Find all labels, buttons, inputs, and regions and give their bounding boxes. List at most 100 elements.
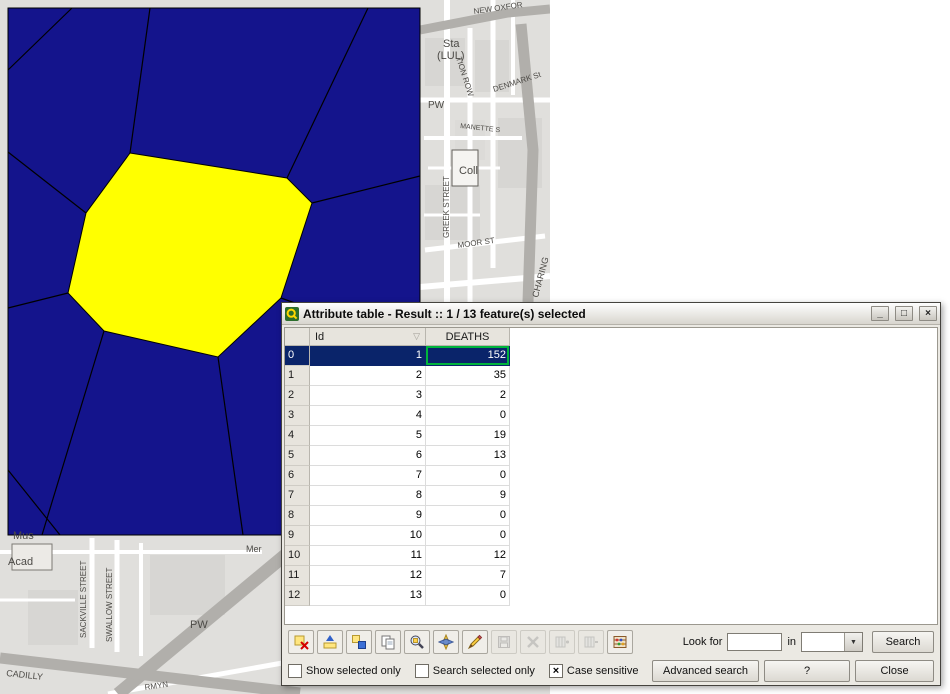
cell-id[interactable]: 3 <box>310 386 426 406</box>
unselect-all-button[interactable] <box>288 630 314 654</box>
table-row: 670 <box>285 466 937 486</box>
row-header[interactable]: 1 <box>285 366 310 386</box>
sort-descending-icon: ▽ <box>413 331 420 342</box>
row-header[interactable]: 2 <box>285 386 310 406</box>
close-dialog-button[interactable]: Close <box>855 660 934 682</box>
row-header[interactable]: 6 <box>285 466 310 486</box>
cell-id[interactable]: 8 <box>310 486 426 506</box>
row-header[interactable]: 10 <box>285 546 310 566</box>
row-header[interactable]: 4 <box>285 426 310 446</box>
cell-id[interactable]: 2 <box>310 366 426 386</box>
zoom-to-selected-button[interactable] <box>404 630 430 654</box>
row-header[interactable]: 11 <box>285 566 310 586</box>
checkbox-search-selected-only[interactable]: Search selected only <box>415 664 535 678</box>
copy-selected-rows-button[interactable] <box>375 630 401 654</box>
cell-deaths[interactable]: 0 <box>426 586 510 606</box>
open-field-calculator-button[interactable] <box>607 630 633 654</box>
cell-id[interactable]: 13 <box>310 586 426 606</box>
in-label: in <box>787 636 796 648</box>
cell-id[interactable]: 9 <box>310 506 426 526</box>
save-icon <box>496 634 512 650</box>
field-combobox[interactable]: ▼ <box>801 632 863 652</box>
cell-id[interactable]: 5 <box>310 426 426 446</box>
checkbox-show-selected-only[interactable]: Show selected only <box>288 664 401 678</box>
checkbox-label: Show selected only <box>306 665 401 677</box>
cell-deaths[interactable]: 0 <box>426 506 510 526</box>
map-label: Mus <box>13 530 34 542</box>
maximize-button[interactable]: □ <box>895 306 913 321</box>
table-row: 12130 <box>285 586 937 606</box>
new-column-button <box>549 630 575 654</box>
cell-deaths[interactable]: 0 <box>426 466 510 486</box>
row-header[interactable]: 5 <box>285 446 310 466</box>
row-header[interactable]: 7 <box>285 486 310 506</box>
look-for-input[interactable] <box>727 633 782 651</box>
titlebar[interactable]: Attribute table - Result :: 1 / 13 featu… <box>282 303 940 325</box>
cell-deaths[interactable]: 35 <box>426 366 510 386</box>
row-header[interactable]: 12 <box>285 586 310 606</box>
row-header[interactable]: 0 <box>285 346 310 366</box>
checkbox-unchecked-icon[interactable] <box>288 664 302 678</box>
cell-deaths[interactable]: 152 <box>426 346 510 366</box>
qgis-icon <box>285 307 299 321</box>
table-row: 4519 <box>285 426 937 446</box>
table-row: 1235 <box>285 366 937 386</box>
window-title: Attribute table - Result :: 1 / 13 featu… <box>303 307 865 321</box>
checkbox-unchecked-icon[interactable] <box>415 664 429 678</box>
minimize-button[interactable]: _ <box>871 306 889 321</box>
cell-deaths[interactable]: 9 <box>426 486 510 506</box>
row-header[interactable]: 8 <box>285 506 310 526</box>
table-header: Id ▽ DEATHS <box>285 328 937 346</box>
map-label: PW <box>428 100 445 111</box>
close-icon[interactable]: × <box>919 306 937 321</box>
checkbox-label: Search selected only <box>433 665 535 677</box>
column-label-deaths: DEATHS <box>446 331 490 343</box>
cell-id[interactable]: 6 <box>310 446 426 466</box>
copy-icon <box>380 634 396 650</box>
cell-deaths[interactable]: 13 <box>426 446 510 466</box>
cell-id[interactable]: 11 <box>310 546 426 566</box>
attribute-table-window: Attribute table - Result :: 1 / 13 featu… <box>281 302 941 686</box>
cell-deaths[interactable]: 0 <box>426 526 510 546</box>
zoom-icon <box>409 634 425 650</box>
delete-selected-features-button <box>520 630 546 654</box>
move-selection-to-top-button[interactable] <box>317 630 343 654</box>
cell-deaths[interactable]: 2 <box>426 386 510 406</box>
cell-id[interactable]: 12 <box>310 566 426 586</box>
map-label: Sta <box>443 38 460 50</box>
cell-deaths[interactable]: 19 <box>426 426 510 446</box>
table-row: 5613 <box>285 446 937 466</box>
cell-id[interactable]: 1 <box>310 346 426 366</box>
checkbox-checked-icon[interactable]: × <box>549 664 563 678</box>
cell-id[interactable]: 10 <box>310 526 426 546</box>
footer-buttons: Advanced search ? Close <box>652 660 934 682</box>
table-row: 789 <box>285 486 937 506</box>
table-row: 232 <box>285 386 937 406</box>
checkbox-case-sensitive[interactable]: ×Case sensitive <box>549 664 639 678</box>
cell-id[interactable]: 4 <box>310 406 426 426</box>
help-button[interactable]: ? <box>764 660 850 682</box>
search-controls: Look for in ▼ Search <box>683 631 934 653</box>
advanced-search-button[interactable]: Advanced search <box>652 660 759 682</box>
table-row: 01152 <box>285 346 937 366</box>
delete-icon <box>525 634 541 650</box>
row-header[interactable]: 3 <box>285 406 310 426</box>
column-header-deaths[interactable]: DEATHS <box>426 328 510 346</box>
cell-deaths[interactable]: 12 <box>426 546 510 566</box>
row-header[interactable]: 9 <box>285 526 310 546</box>
chevron-down-icon[interactable]: ▼ <box>844 633 862 651</box>
invert-icon <box>351 634 367 650</box>
move-top-icon <box>322 634 338 650</box>
column-header-id[interactable]: Id ▽ <box>310 328 426 346</box>
search-button[interactable]: Search <box>872 631 934 653</box>
toggle-editing-button[interactable] <box>462 630 488 654</box>
footer-checkboxes: Show selected only Search selected only ×C… <box>288 664 638 678</box>
cell-deaths[interactable]: 7 <box>426 566 510 586</box>
pan-to-selected-button[interactable] <box>433 630 459 654</box>
invert-selection-button[interactable] <box>346 630 372 654</box>
cell-id[interactable]: 7 <box>310 466 426 486</box>
cell-deaths[interactable]: 0 <box>426 406 510 426</box>
unselect-all-icon <box>293 634 309 650</box>
column-label-id: Id <box>315 331 324 343</box>
table-row: 340 <box>285 406 937 426</box>
